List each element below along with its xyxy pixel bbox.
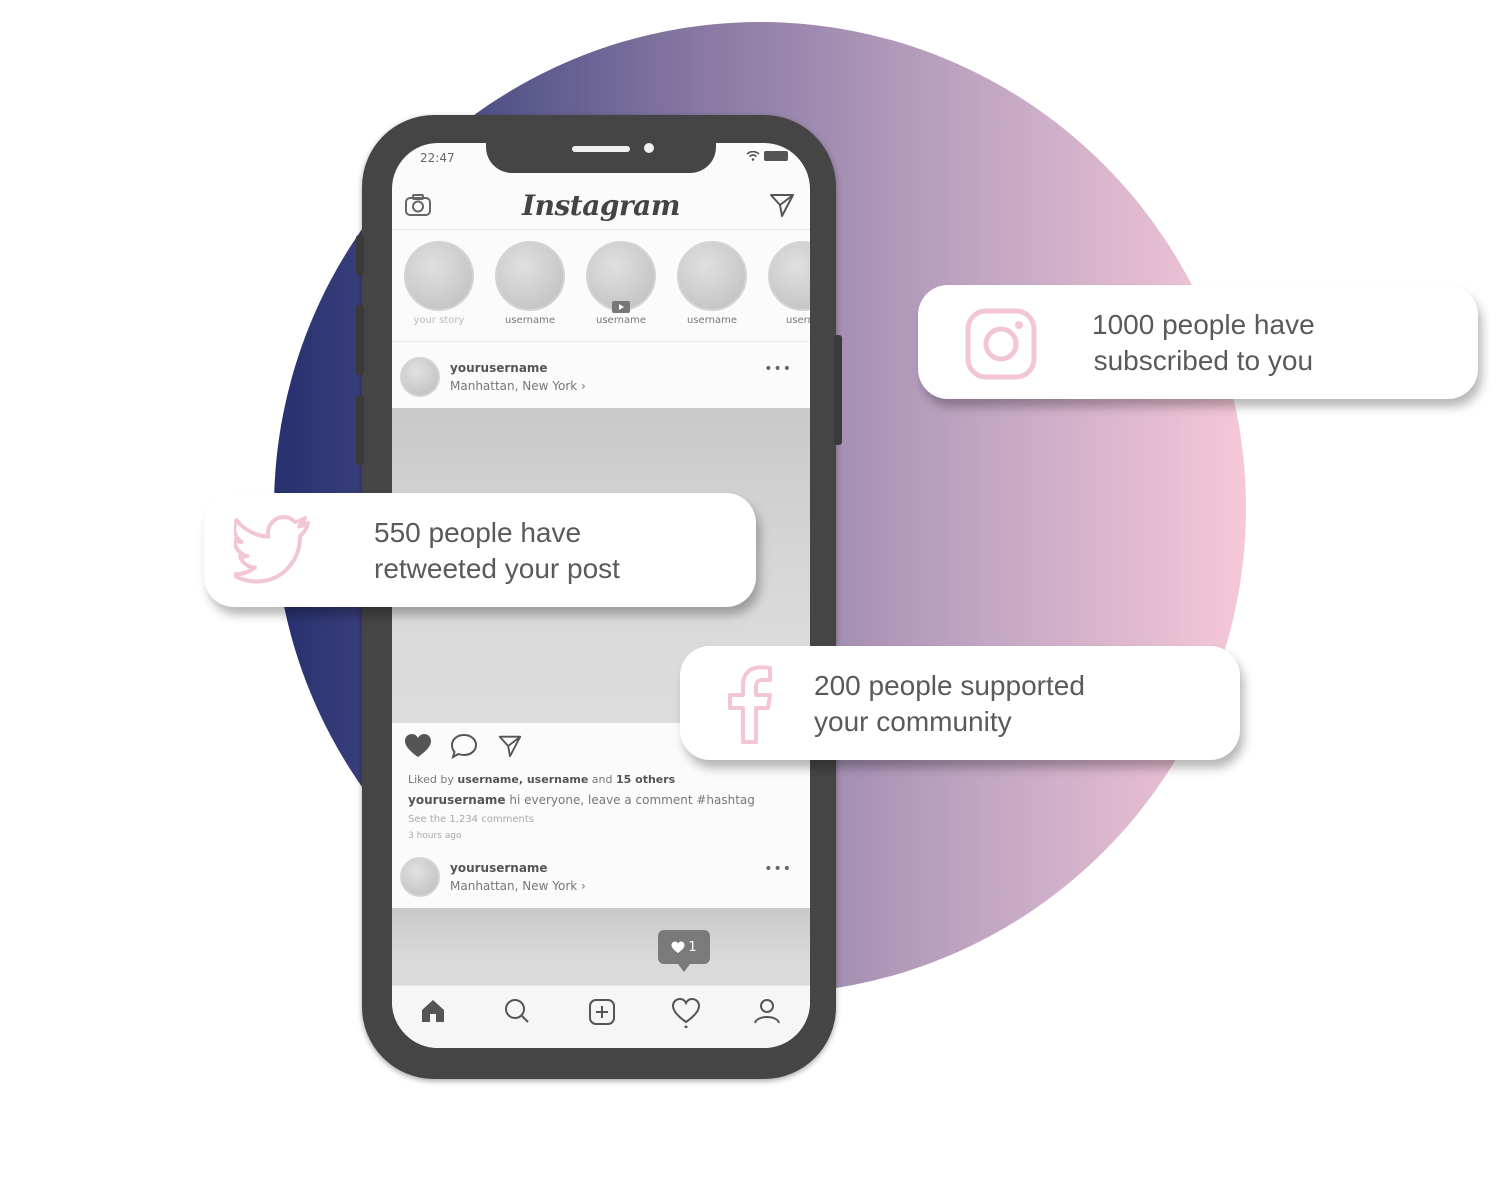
more-options-icon[interactable]: ••• — [764, 361, 792, 377]
live-video-icon — [612, 301, 630, 313]
likes-others[interactable]: 15 others — [616, 773, 675, 786]
wifi-icon — [746, 151, 760, 161]
search-icon[interactable] — [504, 998, 530, 1024]
post-username[interactable]: yourusername — [450, 861, 548, 875]
direct-message-icon[interactable] — [768, 191, 796, 219]
post-header: yourusername Manhattan, New York › ••• — [392, 343, 810, 407]
activity-notification-badge[interactable]: 1 — [658, 930, 710, 972]
story-label: userna — [785, 315, 810, 326]
instagram-header: Instagram — [392, 183, 810, 230]
story-label: username — [596, 315, 646, 326]
view-comments-link[interactable]: See the 1,234 comments — [408, 814, 534, 825]
caption-text: hi everyone, leave a comment #hashtag — [505, 793, 755, 807]
heart-icon[interactable] — [404, 733, 432, 759]
post-username[interactable]: yourusername — [450, 361, 548, 375]
story-avatar — [495, 241, 565, 311]
post-actions — [404, 733, 524, 759]
post-image[interactable] — [392, 908, 810, 988]
status-indicators — [746, 151, 788, 161]
likes-prefix: Liked by — [408, 773, 458, 786]
post-header: yourusername Manhattan, New York › ••• — [392, 843, 810, 907]
notification-message: 200 people supported your community — [814, 670, 1085, 737]
facebook-icon — [728, 665, 772, 744]
phone-speaker — [572, 146, 630, 152]
heart-icon — [671, 941, 685, 953]
post-timestamp: 3 hours ago — [408, 831, 462, 841]
likes-line: Liked by username, username and 15 other… — [408, 773, 675, 786]
instagram-logo: Instagram — [522, 189, 680, 222]
phone-mute-switch — [356, 235, 364, 275]
notification-count: 1 — [688, 939, 697, 955]
add-post-icon[interactable] — [588, 998, 616, 1026]
caption-line: yourusername hi everyone, leave a commen… — [408, 793, 755, 807]
avatar[interactable] — [400, 857, 440, 897]
story-label: username — [687, 315, 737, 326]
phone-notch — [486, 143, 716, 173]
notification-message: 1000 people have subscribed to you — [1092, 309, 1315, 376]
story-item[interactable]: your story — [402, 241, 476, 326]
story-item[interactable]: username — [675, 241, 749, 326]
home-icon[interactable] — [420, 998, 446, 1024]
post-location[interactable]: Manhattan, New York › — [450, 379, 586, 393]
avatar[interactable] — [400, 357, 440, 397]
instagram-notification-card[interactable]: 1000 people have subscribed to you — [918, 285, 1478, 399]
bottom-nav — [392, 985, 810, 1048]
story-item[interactable]: userna — [766, 241, 810, 326]
activity-heart-icon[interactable] — [672, 998, 700, 1028]
story-item[interactable]: username — [493, 241, 567, 326]
comment-icon[interactable] — [450, 733, 478, 759]
share-icon[interactable] — [496, 733, 524, 759]
twitter-icon — [234, 515, 310, 584]
profile-icon[interactable] — [754, 998, 780, 1024]
phone-volume-up — [356, 305, 364, 375]
post-location[interactable]: Manhattan, New York › — [450, 879, 586, 893]
front-camera — [644, 143, 654, 153]
caption-author[interactable]: yourusername — [408, 793, 506, 807]
likes-and: and — [588, 773, 616, 786]
phone-power-button — [834, 335, 842, 445]
story-avatar — [404, 241, 474, 311]
story-avatar — [586, 241, 656, 313]
story-avatar — [768, 241, 810, 311]
story-label: your story — [413, 315, 465, 326]
notification-message: 550 people have retweeted your post — [374, 517, 620, 584]
more-options-icon[interactable]: ••• — [764, 861, 792, 877]
facebook-notification-card[interactable]: 200 people supported your community — [680, 646, 1240, 760]
stories-bar: your story username username username us… — [392, 231, 810, 342]
instagram-icon — [965, 308, 1037, 380]
story-label: username — [505, 315, 555, 326]
phone-volume-down — [356, 395, 364, 465]
story-item[interactable]: username — [584, 241, 658, 326]
likes-users[interactable]: username, username — [457, 773, 588, 786]
story-avatar — [677, 241, 747, 311]
twitter-notification-card[interactable]: 550 people have retweeted your post — [204, 493, 756, 607]
status-time: 22:47 — [420, 151, 455, 165]
battery-icon — [764, 151, 788, 161]
